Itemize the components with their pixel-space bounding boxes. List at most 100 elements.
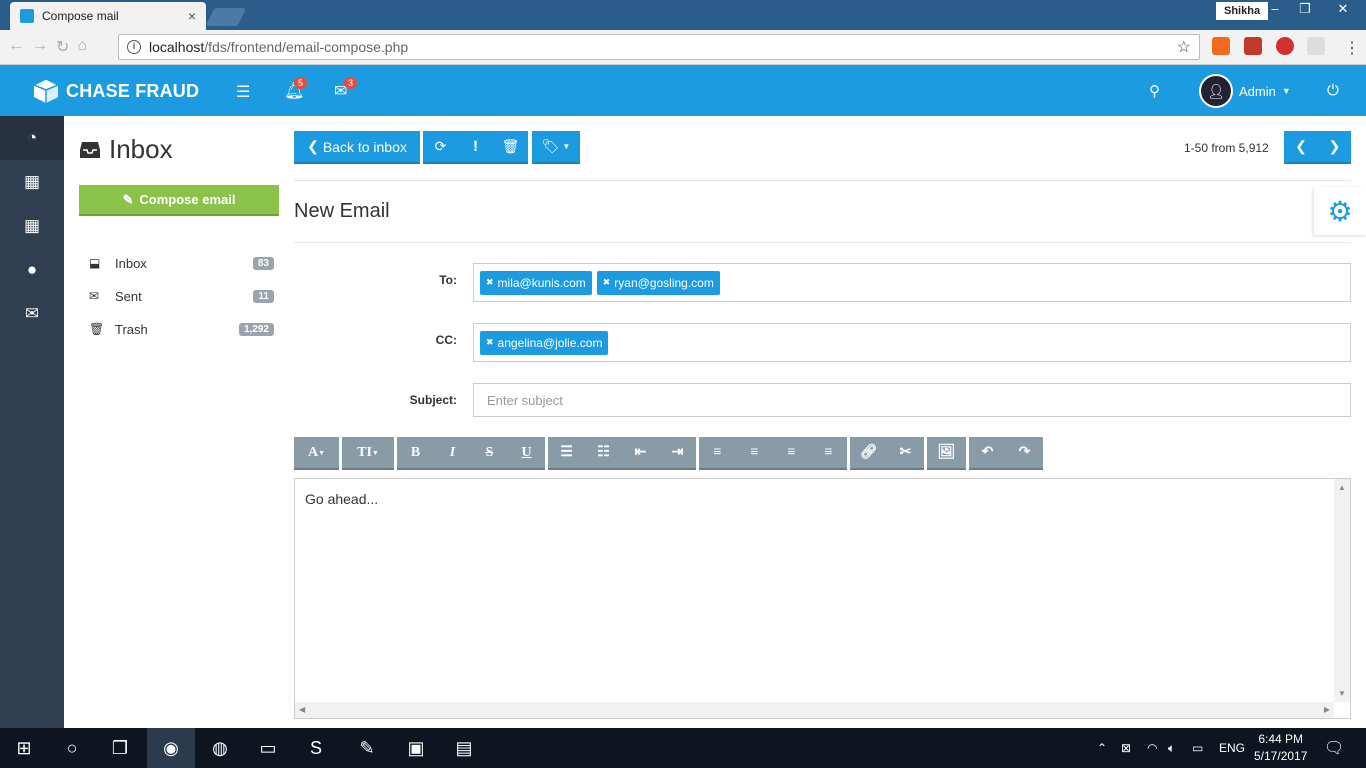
sidebar-item-tables[interactable]: ▦ (0, 160, 64, 204)
messages-envelope-icon[interactable]: ✉ 3 (334, 77, 358, 101)
hubspot-extension-icon[interactable] (1212, 37, 1230, 55)
remove-tag-icon[interactable]: ✖ (603, 277, 611, 288)
align-group: ≡ ≡ ≡ ≡ (699, 437, 847, 470)
align-right-button[interactable]: ≡ (773, 437, 810, 470)
recipient-tag[interactable]: ✖ ryan@gosling.com (596, 270, 720, 295)
control-panel-icon[interactable]: ▣ (392, 728, 440, 768)
subject-input[interactable] (480, 384, 1350, 416)
sidebar-item-grid[interactable]: ▦ (0, 204, 64, 248)
compose-email-button[interactable]: ✎ Compose email (79, 185, 279, 216)
folder-item-sent[interactable]: ✉ Sent 11 (89, 286, 274, 306)
file-explorer-icon[interactable]: ▭ (244, 728, 292, 768)
header-search-icon[interactable]: ⚲ (1149, 82, 1160, 100)
font-family-button[interactable]: A ▼ (294, 437, 339, 470)
paint-icon[interactable]: ✎ (343, 728, 391, 768)
task-view-icon[interactable]: ❐ (96, 728, 144, 768)
folder-item-trash[interactable]: 🗑︎ Trash 1,292 (89, 319, 274, 339)
font-size-button[interactable]: TI ▼ (342, 437, 394, 470)
minimize-button[interactable]: – (1260, 0, 1290, 20)
message-body[interactable]: Go ahead... (305, 491, 378, 507)
insert-link-button[interactable]: 🔗︎ (850, 437, 887, 470)
remove-link-button[interactable]: ✂ (887, 437, 924, 470)
numbered-list-button[interactable]: ☷ (585, 437, 622, 470)
power-icon[interactable]: ⏻ (1327, 82, 1339, 99)
align-left-button[interactable]: ≡ (699, 437, 736, 470)
justify-button[interactable]: ≡ (810, 437, 847, 470)
language-indicator[interactable]: ENG (1219, 728, 1245, 768)
message-editor[interactable]: Go ahead... ▲ ▼ ◀ ▶ (294, 478, 1351, 719)
scroll-right-icon[interactable]: ▶ (1324, 705, 1330, 714)
indent-button[interactable]: ⇥ (659, 437, 696, 470)
book-extension-icon[interactable] (1244, 37, 1262, 55)
firefox-taskbar-icon[interactable]: ◍ (196, 728, 244, 768)
scroll-up-icon[interactable]: ▲ (1338, 483, 1346, 492)
strikethrough-button[interactable]: S (471, 437, 508, 470)
back-arrow-icon[interactable]: ← (8, 37, 24, 57)
back-to-inbox-button[interactable]: ❮ Back to inbox (294, 131, 420, 164)
folder-item-inbox[interactable]: ⬓ Inbox 83 (89, 253, 274, 273)
report-spam-button[interactable]: ❗︎ (458, 131, 493, 164)
sidebar-item-mail[interactable]: ✉ (0, 292, 64, 336)
chrome-taskbar-icon[interactable]: ◉ (147, 728, 195, 768)
redo-button[interactable]: ↷ (1006, 437, 1043, 470)
admin-menu[interactable]: 👤︎ Admin ▼ (1199, 74, 1291, 108)
menu-toggle-icon[interactable]: ☰ (236, 82, 250, 102)
insert-image-button[interactable]: 🖼︎ (927, 437, 966, 470)
next-page-button[interactable]: ❯ (1318, 131, 1351, 164)
undo-button[interactable]: ↶ (969, 437, 1006, 470)
sublime-text-icon[interactable]: S (292, 728, 340, 768)
back-to-inbox-label: Back to inbox (322, 138, 407, 155)
scroll-down-icon[interactable]: ▼ (1338, 689, 1346, 698)
remove-tag-icon[interactable]: ✖ (486, 277, 494, 288)
italic-button[interactable]: I (434, 437, 471, 470)
recipient-tag[interactable]: ✖ angelina@jolie.com (480, 330, 609, 355)
wifi-icon[interactable]: ◠ (1147, 728, 1157, 768)
align-center-button[interactable]: ≡ (736, 437, 773, 470)
forward-arrow-icon[interactable]: → (32, 37, 48, 57)
cc-field[interactable]: ✖ angelina@jolie.com (473, 323, 1351, 362)
tab-close-icon[interactable]: × (188, 8, 196, 24)
xampp-tray-icon[interactable]: ⊠ (1121, 728, 1131, 768)
adblock-extension-icon[interactable] (1276, 37, 1294, 55)
sidebar-item-users[interactable]: ● (0, 248, 64, 292)
envelope-icon: ✉ (24, 304, 40, 323)
cortana-search-icon[interactable]: ○ (48, 728, 96, 768)
browser-tab[interactable]: Compose mail × (10, 2, 206, 30)
outdent-button[interactable]: ⇤ (622, 437, 659, 470)
system-clock[interactable]: 6:44 PM 5/17/2017 (1254, 731, 1307, 765)
new-tab-button[interactable] (205, 8, 247, 26)
battery-icon[interactable]: ▭ (1192, 728, 1203, 768)
cast-extension-icon[interactable] (1307, 37, 1325, 55)
action-center-icon[interactable]: 🗨︎ (1324, 728, 1344, 768)
info-icon[interactable]: i (127, 40, 141, 54)
refresh-button[interactable]: ⟳ (423, 131, 458, 164)
reload-icon[interactable]: ↻ (56, 37, 69, 57)
sidebar-item-dashboard[interactable]: ◔ (0, 116, 64, 160)
prev-page-button[interactable]: ❮ (1284, 131, 1318, 164)
volume-icon[interactable]: 🔈︎ (1168, 728, 1175, 768)
url-field[interactable]: i localhost /fds/frontend/email-compose.… (118, 34, 1200, 60)
tag-dropdown-button[interactable]: 🏷︎ ▼ (532, 131, 580, 164)
close-window-button[interactable]: ✕ (1320, 0, 1366, 20)
browser-menu-icon[interactable]: ⋮ (1344, 38, 1360, 58)
show-hidden-icons-icon[interactable]: ⌃ (1097, 728, 1107, 768)
editor-vertical-scrollbar[interactable]: ▲ ▼ (1334, 479, 1350, 702)
windows-start-icon[interactable]: ⊞ (0, 728, 48, 768)
delete-button[interactable]: 🗑︎ (493, 131, 528, 164)
bullet-list-button[interactable]: ☰ (548, 437, 585, 470)
maximize-button[interactable]: ❐ (1290, 0, 1320, 20)
bookmark-star-icon[interactable]: ☆ (1177, 37, 1191, 57)
remove-tag-icon[interactable]: ✖ (486, 337, 494, 348)
editor-horizontal-scrollbar[interactable]: ◀ ▶ (295, 702, 1334, 718)
bold-button[interactable]: B (397, 437, 434, 470)
underline-button[interactable]: U (508, 437, 545, 470)
table-icon: ▦ (23, 172, 41, 191)
recipient-tag[interactable]: ✖ mila@kunis.com (480, 270, 592, 295)
to-field[interactable]: ✖ mila@kunis.com ✖ ryan@gosling.com (473, 263, 1351, 302)
remote-desktop-icon[interactable]: ▤ (440, 728, 488, 768)
home-icon[interactable]: ⌂ (77, 37, 87, 57)
brand-logo[interactable]: CHASE FRAUD (32, 77, 199, 105)
settings-gear-icon[interactable]: ⚙ (1314, 187, 1366, 235)
scroll-left-icon[interactable]: ◀ (299, 705, 305, 714)
notifications-bell-icon[interactable]: 🔔︎ 5 (284, 77, 308, 101)
